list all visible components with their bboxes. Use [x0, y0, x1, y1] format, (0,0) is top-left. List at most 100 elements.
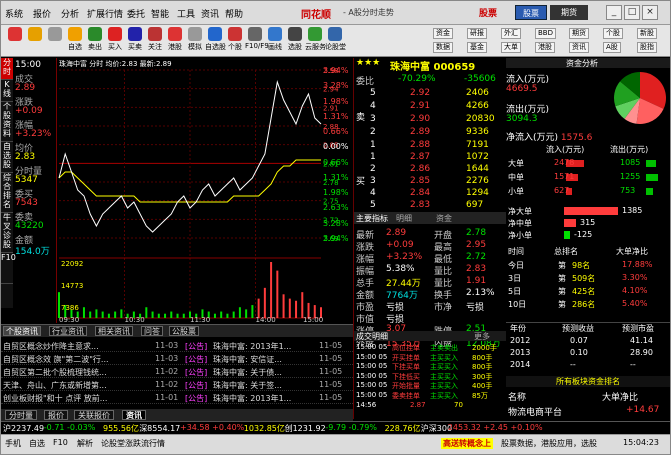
- sells-level-1: 1 2.88 7191: [354, 140, 506, 151]
- quick-button-12[interactable]: A股: [603, 42, 621, 53]
- news-announcement[interactable]: 珠海中富: 安信证...: [213, 354, 313, 365]
- menu-item-trade[interactable]: 委托: [127, 7, 145, 20]
- toolbar-button-8[interactable]: 港股: [165, 27, 185, 55]
- menu-item-analysis[interactable]: 分析: [61, 7, 79, 20]
- bottom-item-5[interactable]: 涨跌流: [125, 438, 149, 449]
- side-tab-6[interactable]: F10: [1, 253, 16, 284]
- news-headline[interactable]: 自贸区概念炒作降主意求...: [3, 341, 153, 352]
- bottom-tab-1[interactable]: 报价: [44, 410, 68, 420]
- news-tab-2[interactable]: 相关资讯: [95, 326, 133, 336]
- quick-button-4[interactable]: 期货: [569, 28, 589, 39]
- maximize-button[interactable]: □: [624, 5, 640, 20]
- stock-title: ★★★ 珠海中富 000659: [354, 58, 506, 73]
- news-tab-4[interactable]: 公股票: [169, 326, 199, 336]
- side-tab-3[interactable]: 自选股: [1, 142, 13, 173]
- news-headline[interactable]: 创业板财报"和十 点评 放前...: [3, 393, 153, 404]
- news-tab-1[interactable]: 行业资讯: [49, 326, 87, 336]
- intraday-chart[interactable]: 珠海中富 分时 均价:2.83 最新:2.89 2.98 2.94 2.91 2.88…: [56, 58, 351, 323]
- menu-item-quote[interactable]: 报价: [33, 7, 51, 20]
- futures-mode-button[interactable]: 期货: [550, 5, 588, 20]
- menu-item-tools[interactable]: 工具: [177, 7, 195, 20]
- news-row-0[interactable]: 自贸区概念炒作降主意求... 11-03 [公告] 珠海中富: 2013年1... 11…: [1, 339, 353, 352]
- menu-item-news[interactable]: 资讯: [201, 7, 219, 20]
- quick-button-1[interactable]: 研报: [467, 28, 487, 39]
- toolbar-button-0[interactable]: [5, 27, 25, 55]
- news-row-1[interactable]: 自贸区概念效 旗"第二波"行... 11-03 [公告] 珠海中富: 安信证... 11…: [1, 352, 353, 365]
- news-announcement[interactable]: 珠海中富: 关于签...: [213, 380, 313, 391]
- bottom-tab-3[interactable]: 资讯: [122, 410, 146, 420]
- sector-row[interactable]: 物流电商平台 +14.67: [506, 405, 670, 418]
- toolbar-button-5[interactable]: 买入: [105, 27, 125, 55]
- side-tab-4[interactable]: 综合排名: [1, 173, 13, 213]
- bottom-item-4[interactable]: 论股堂: [101, 438, 125, 449]
- side-tab-2[interactable]: 个股资料: [1, 102, 13, 142]
- toolbar-button-15[interactable]: 云服务: [305, 27, 326, 55]
- trade-more[interactable]: 更多: [474, 331, 490, 342]
- level-num: 5: [370, 88, 376, 98]
- quick-button-9[interactable]: 大单: [501, 42, 521, 53]
- toolbar-button-9[interactable]: 模拟: [185, 27, 205, 55]
- toolbar-button-14[interactable]: 选股: [285, 27, 305, 55]
- toolbar-button-16[interactable]: 论股堂: [325, 27, 346, 55]
- quick-button-6[interactable]: 新股: [637, 28, 657, 39]
- promo-ticker[interactable]: 高送转概念上: [441, 438, 493, 449]
- pct-tick: 3.28%: [323, 81, 349, 91]
- menu-item-extended[interactable]: 扩展行情: [87, 7, 123, 20]
- toolbar-button-13[interactable]: 画线: [265, 27, 285, 55]
- news-row-3[interactable]: 天津、舟山、广东或新增第... 11-02 [公告] 珠海中富: 关于签... 11-0…: [1, 378, 353, 391]
- news-announcement[interactable]: 珠海中富: 2013年1...: [213, 341, 313, 352]
- panel-tab-1[interactable]: 明细: [396, 213, 412, 224]
- quick-button-13[interactable]: 股指: [637, 42, 657, 53]
- news-row-4[interactable]: 创业板财报"和十 点评 放前... 11-01 [公告] 珠海中富: 2013年1..…: [1, 391, 353, 404]
- minimize-button[interactable]: _: [606, 5, 622, 20]
- side-tab-0[interactable]: 分时: [1, 58, 13, 80]
- bottom-tab-2[interactable]: 关联报价: [74, 410, 114, 420]
- bottom-item-2[interactable]: F10: [53, 438, 68, 447]
- close-button[interactable]: ×: [642, 5, 658, 20]
- toolbar-button-11[interactable]: 个股: [225, 27, 245, 55]
- news-headline[interactable]: 自贸区第二批个股梳理钱统...: [3, 367, 153, 378]
- bottom-item-0[interactable]: 手机: [5, 438, 21, 449]
- app-subtitle: - A股分时走势: [343, 8, 394, 17]
- toolbar-button-1[interactable]: [25, 27, 45, 55]
- rank-net: 4.10%: [622, 286, 648, 295]
- menu-item-smart[interactable]: 智能: [151, 7, 169, 20]
- toolbar-button-12[interactable]: F10/F9: [245, 27, 269, 55]
- news-headline[interactable]: 自贸区概念效 旗"第二波"行...: [3, 354, 153, 365]
- buys-level-4: 4 2.84 1294: [354, 188, 506, 199]
- bottom-tab-0[interactable]: 分时量: [5, 410, 37, 420]
- menu-item-system[interactable]: 系统: [5, 7, 23, 20]
- quick-button-11[interactable]: 资讯: [569, 42, 589, 53]
- toolbar-label: 模拟: [188, 43, 202, 51]
- news-tab-0[interactable]: 个股资讯: [3, 326, 41, 336]
- news-row-2[interactable]: 自贸区第二批个股梳理钱统... 11-02 [公告] 珠海中富: 关于债... 11-0…: [1, 365, 353, 378]
- side-tab-1[interactable]: K线: [1, 80, 13, 102]
- toolbar-button-7[interactable]: 关注: [145, 27, 165, 55]
- quick-button-5[interactable]: 个股: [603, 28, 623, 39]
- news-announcement[interactable]: 珠海中富: 2013年1...: [213, 393, 313, 404]
- quick-button-7[interactable]: 数据: [433, 42, 453, 53]
- promo-text[interactable]: 股票数据，港股应用，选股: [501, 438, 597, 449]
- panel-tab-2[interactable]: 资金: [436, 213, 452, 224]
- panel-tab-0[interactable]: 主要指标: [356, 213, 388, 224]
- menu-item-help[interactable]: 帮助: [225, 7, 243, 20]
- news-announcement[interactable]: 珠海中富: 关于债...: [213, 367, 313, 378]
- bottom-item-3[interactable]: 解析: [77, 438, 93, 449]
- toolbar-button-6[interactable]: 买卖: [125, 27, 145, 55]
- toolbar-button-10[interactable]: 自选股: [205, 27, 226, 55]
- quick-button-8[interactable]: 基金: [467, 42, 487, 53]
- bottom-item-6[interactable]: 行情: [149, 438, 165, 449]
- news-headline[interactable]: 天津、舟山、广东或新增第...: [3, 380, 153, 391]
- quick-button-2[interactable]: 外汇: [501, 28, 521, 39]
- side-tab-5[interactable]: 牛叉诊股: [1, 213, 13, 253]
- quick-button-10[interactable]: 港股: [535, 42, 555, 53]
- toolbar-button-2[interactable]: [45, 27, 65, 55]
- bottom-item-1[interactable]: 自选: [29, 438, 45, 449]
- quick-button-0[interactable]: 资金: [433, 28, 453, 39]
- quick-button-3[interactable]: BBD: [535, 28, 556, 39]
- toolbar-button-3[interactable]: 自选: [65, 27, 85, 55]
- stock-mode-button[interactable]: 股票: [515, 5, 547, 20]
- news-tab-3[interactable]: 问答: [141, 326, 163, 336]
- index-status-4: +34.58 +0.40%: [180, 423, 245, 432]
- toolbar-button-4[interactable]: 卖出: [85, 27, 105, 55]
